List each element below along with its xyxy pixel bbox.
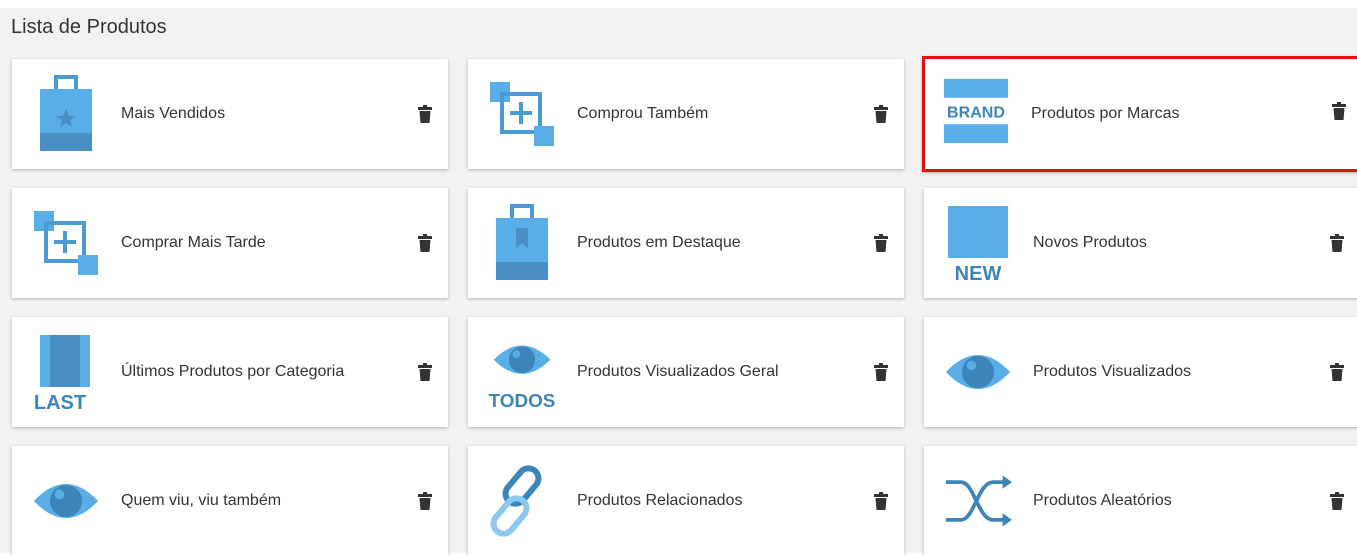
product-card-comprar-mais-tarde[interactable]: Comprar Mais Tarde <box>12 188 448 298</box>
product-card-ultimos-produtos-por-categoria[interactable]: LAST Últimos Produtos por Categoria <box>12 317 448 427</box>
trash-icon[interactable] <box>874 492 888 510</box>
product-card-produtos-em-destaque[interactable]: Produtos em Destaque <box>468 188 904 298</box>
product-card-produtos-visualizados-geral[interactable]: TODOS Produtos Visualizados Geral <box>468 317 904 427</box>
product-card-produtos-visualizados[interactable]: Produtos Visualizados <box>924 317 1357 427</box>
eye-icon <box>32 462 100 540</box>
card-label: Comprou Também <box>577 105 709 122</box>
add-squares-icon <box>32 204 100 282</box>
shopping-bag-bookmark-icon <box>488 204 556 282</box>
card-label: Últimos Produtos por Categoria <box>121 363 345 380</box>
trash-icon[interactable] <box>874 234 888 252</box>
product-card-quem-viu-viu-tambem[interactable]: Quem viu, viu também <box>12 446 448 556</box>
card-label: Produtos Relacionados <box>577 492 743 509</box>
trash-icon[interactable] <box>418 234 432 252</box>
page-title: Lista de Produtos <box>11 16 167 38</box>
trash-icon[interactable] <box>418 492 432 510</box>
card-label: Produtos Visualizados <box>1033 363 1192 380</box>
product-list-panel: Lista de Produtos Mais Vendidos Comprou … <box>0 8 1357 556</box>
trash-icon[interactable] <box>1330 234 1344 252</box>
card-label: Produtos Visualizados Geral <box>577 363 779 380</box>
trash-icon[interactable] <box>418 105 432 123</box>
card-label: Novos Produtos <box>1033 234 1147 251</box>
todos-icon-text: TODOS <box>489 391 556 411</box>
last-icon-text: LAST <box>34 392 86 411</box>
add-squares-icon <box>488 75 556 153</box>
shuffle-icon <box>944 462 1012 540</box>
new-icon: NEW <box>944 204 1012 282</box>
chain-link-icon <box>488 462 556 540</box>
card-label: Produtos por Marcas <box>1031 105 1180 122</box>
trash-icon[interactable] <box>1332 102 1346 120</box>
trash-icon[interactable] <box>1330 492 1344 510</box>
last-icon: LAST <box>32 333 100 411</box>
product-card-mais-vendidos[interactable]: Mais Vendidos <box>12 59 448 169</box>
eye-icon <box>944 333 1012 411</box>
card-label: Mais Vendidos <box>121 105 226 122</box>
trash-icon[interactable] <box>874 105 888 123</box>
product-card-produtos-relacionados[interactable]: Produtos Relacionados <box>468 446 904 556</box>
trash-icon[interactable] <box>1330 363 1344 381</box>
card-label: Produtos Aleatórios <box>1033 492 1172 509</box>
card-label: Quem viu, viu também <box>121 492 282 509</box>
card-label: Comprar Mais Tarde <box>121 234 266 251</box>
product-card-novos-produtos[interactable]: NEW Novos Produtos <box>924 188 1357 298</box>
card-label: Produtos em Destaque <box>577 234 741 251</box>
product-card-produtos-aleatorios[interactable]: Produtos Aleatórios <box>924 446 1357 556</box>
brand-icon-text: BRAND <box>947 104 1005 122</box>
trash-icon[interactable] <box>874 363 888 381</box>
shopping-bag-star-icon <box>32 75 100 153</box>
new-icon-text: NEW <box>955 263 1002 282</box>
eye-todos-icon: TODOS <box>488 333 556 411</box>
trash-icon[interactable] <box>418 363 432 381</box>
product-card-comprou-tambem[interactable]: Comprou Também <box>468 59 904 169</box>
product-card-produtos-por-marcas[interactable]: BRAND Produtos por Marcas <box>922 56 1357 172</box>
brand-icon: BRAND <box>942 72 1010 150</box>
